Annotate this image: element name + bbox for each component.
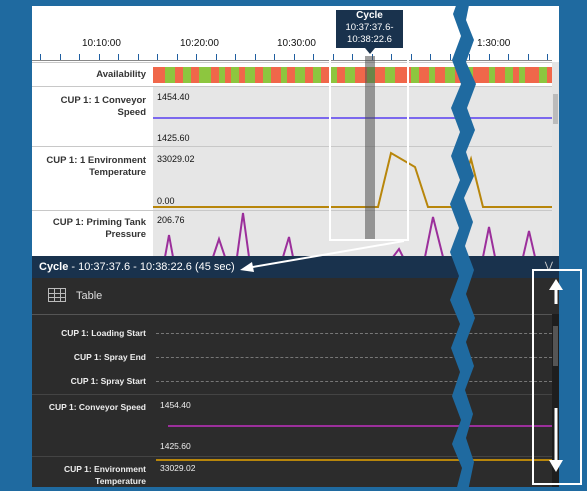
callout-arrowhead	[240, 262, 254, 272]
annotation-overlay	[240, 0, 563, 491]
callout-arrow-line	[246, 240, 405, 269]
scroll-highlight-box	[532, 269, 582, 485]
torn-edge-graphic	[450, 0, 476, 491]
